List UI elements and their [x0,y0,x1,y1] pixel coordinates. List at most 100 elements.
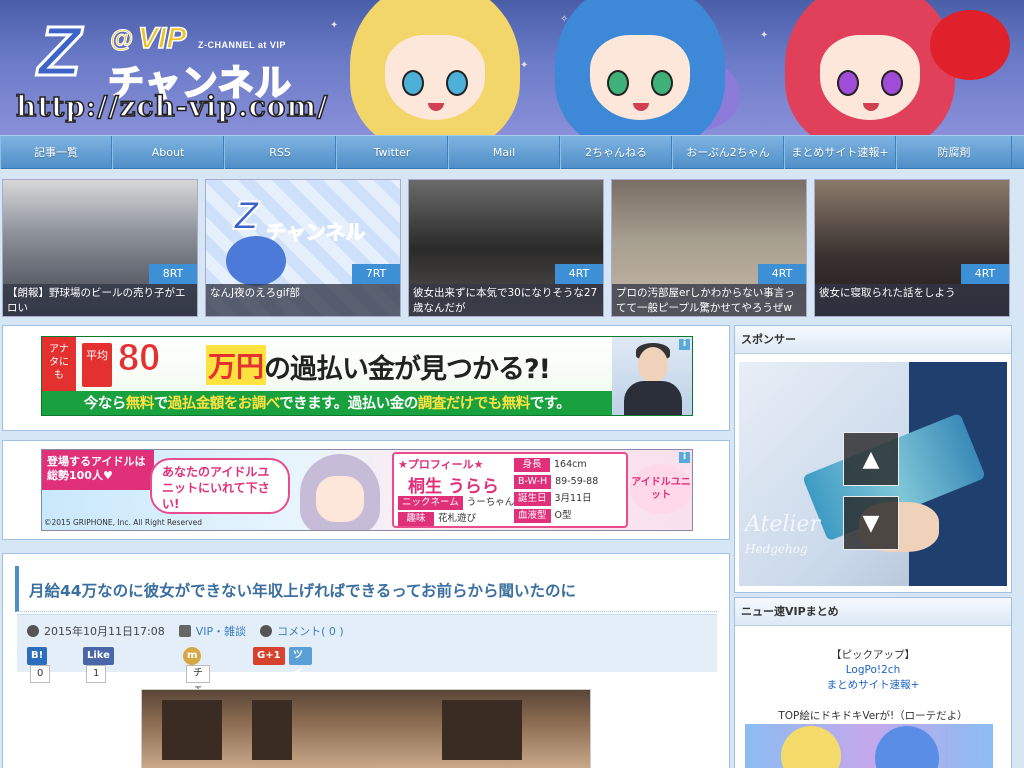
ad-banner-kabarai[interactable]: アナタにも 平均 80 万円 の過払い金が見つかる?! 今なら無料で過払金額をお… [41,336,693,416]
logo-vip: VIP [137,21,187,56]
ad-game-logo: アイドルユニット [630,464,692,514]
retweet-count-badge: 8RT [149,264,197,284]
ad-average-label: 平均 [82,343,112,387]
sidebar-banner-image[interactable] [745,724,993,768]
gplus-button[interactable]: G+1 [253,647,285,665]
pickup-link-logpo[interactable]: LogPo!2ch [735,663,1011,678]
article-title[interactable]: 月給44万なのに彼女ができない年収上げればできるってお前らから聞いたのに [29,579,576,601]
nav-item-matome[interactable]: まとめサイト速報+ [784,136,896,169]
site-url: http://zch-vip.com/ [15,89,329,124]
top-art-note: TOP絵にドキドキVerが!（ローテだよ） [778,710,968,722]
image-detail [252,700,292,760]
top-article-card[interactable]: 8RT 【朗報】野球場のビールの売り子がエロい [2,179,198,317]
nav-item-about[interactable]: About [112,136,224,169]
sponsor-brand-sub: Hedgehog [745,542,808,556]
retweet-count-badge: 7RT [352,264,400,284]
comments-link[interactable]: コメント( 0 ) [277,625,344,638]
retweet-count-badge: 4RT [961,264,1009,284]
mixi-check-share[interactable]: mチェック [183,647,210,727]
top-article-card[interactable]: 4RT 彼女出来ずに本気で30になりそうな27歳なんだが [408,179,604,317]
scroll-up-button[interactable]: ▲ [843,432,899,486]
facebook-share[interactable]: Like1 [83,647,114,683]
profile-key: ニックネーム [398,496,463,510]
sponsor-brand-text: Atelier [745,512,820,537]
site-header: ✦ ✦ ✧ ✦ ✧ Z @ VIP Z-CHANNEL at VIP チャンネル… [0,0,1024,135]
retweet-count-badge: 4RT [555,264,603,284]
ad-banner-idol[interactable]: 登場するアイドルは総勢100人♥ あなたのアイドルユニットにいれて下さい! ©2… [41,449,693,531]
ad-profile-card: ★プロフィール★ 桐生 うらら ニックネーム うーちゃん 趣味 花札遊び 身長 164… [392,452,628,528]
ad-panel-2: 登場するアイドルは総勢100人♥ あなたのアイドルユニットにいれて下さい! ©2… [2,440,730,540]
retweet-count-badge: 4RT [758,264,806,284]
ad-copyright: ©2015 GRIPHONE, Inc. All Right Reserved [44,518,202,527]
ad-sub-text: 今なら [83,396,127,412]
mascot-girl-blonde [340,0,530,135]
hatena-button[interactable]: B! [27,647,48,665]
pickup-link-matome[interactable]: まとめサイト速報+ [735,678,1011,693]
ad-sub-text: です。 [529,396,571,412]
profile-key: 身長 [514,458,550,472]
gplus-share[interactable]: G+1 [253,647,285,665]
ad-speech-bubble: あなたのアイドルユニットにいれて下さい! [150,458,290,514]
pickup-label: 【ピックアップ】 [831,649,915,661]
sponsor-ad-image[interactable]: Atelier Hedgehog ▲ ▼ [739,362,1007,586]
ad-sub-text: で [153,396,169,412]
ad-subline: 今なら無料で過払金額をお調べできます。過払い金の調査だけでも無料です。 [42,391,612,415]
logo-subtitle: Z-CHANNEL at VIP [198,40,286,50]
nav-item-mail[interactable]: Mail [448,136,560,169]
facebook-like-button[interactable]: Like [83,647,114,665]
tweet-button[interactable]: ツイート [289,647,313,715]
mascot-girl-red [775,0,965,135]
profile-value: O型 [554,510,572,521]
top-article-card[interactable]: 4RT 彼女に寝取られた話をしよう [814,179,1010,317]
hatena-count: 0 [30,665,51,683]
top-article-card[interactable]: Z チャンネル 7RT なんJ夜のえろgif部 [205,179,401,317]
ad-unit: 万円 [206,345,267,385]
profile-key: 血液型 [514,509,551,523]
nav-item-open2ch[interactable]: おーぷん2ちゃん [672,136,784,169]
hatena-share[interactable]: B!0 [27,647,51,683]
ad-idol-count: 登場するアイドルは総勢100人♥ [42,450,154,490]
logo-at: @ [109,26,134,54]
ad-sub-highlight: 調査だけでも無料 [417,396,531,412]
sidebar-news: ニュー速VIPまとめ 【ピックアップ】 LogPo!2ch まとめサイト速報+ … [734,597,1012,768]
profile-name: 桐生 うらら [408,477,499,497]
ad-sub-text: できます。過払い金の [279,396,418,412]
top-article-card[interactable]: 4RT プロの汚部屋erしかわからない事言ってて一般ピープル驚かせてやろうぜw [611,179,807,317]
news-heading: ニュー速VIPまとめ [735,598,1011,626]
ad-pill: アナタにも [42,337,76,391]
nav-item-twitter[interactable]: Twitter [336,136,448,169]
folder-icon [178,625,191,637]
profile-value: 89-59-88 [555,476,599,487]
nav-item-rss[interactable]: RSS [224,136,336,169]
profile-row: 身長 164cm [514,458,587,472]
nav-item-bofuzai[interactable]: 防腐剤 [896,136,1012,169]
profile-key: B-W-H [514,475,552,489]
profile-row: ニックネーム うーちゃん [398,496,514,510]
profile-value: 花札遊び [438,513,477,524]
ad-info-icon[interactable]: i [679,339,690,350]
nav-item-2ch[interactable]: 2ちゃんねる [560,136,672,169]
meta-row: 2015年10月11日17:08 VIP・雑談 コメント( 0 ) [27,623,344,639]
scroll-down-button[interactable]: ▼ [843,496,899,550]
article-meta: 2015年10月11日17:08 VIP・雑談 コメント( 0 ) B!0 Li… [17,614,717,737]
category-link[interactable]: VIP・雑談 [196,625,246,638]
profile-title: ★プロフィール★ [398,458,484,471]
pompom-red [930,10,1010,80]
nav-item-articles[interactable]: 記事一覧 [0,136,112,169]
ad-banner-top: アナタにも 平均 80 万円 の過払い金が見つかる?! [42,337,612,391]
site-logo[interactable]: Z @ VIP Z-CHANNEL at VIP チャンネル [37,12,308,106]
profile-row: 誕生日 3月11日 [514,492,592,506]
mixi-check-button[interactable]: チェック [186,665,210,727]
profile-value: 3月11日 [554,493,592,504]
sparkle-icon: ✦ [760,30,769,41]
ad-headline: の過払い金が見つかる?! [264,354,551,385]
ad-amount: 80 [117,337,161,380]
sparkle-icon: ✦ [330,20,339,31]
profile-value: うーちゃん [466,497,515,508]
article-caption: なんJ夜のえろgif部 [206,284,400,316]
clock-icon [27,625,39,637]
logo-z: Z [37,12,83,90]
ad-info-icon[interactable]: i [679,452,690,463]
main-nav: 記事一覧 About RSS Twitter Mail 2ちゃんねる おーぷん2… [0,135,1024,169]
tweet-share[interactable]: ツイート2 [289,647,313,737]
